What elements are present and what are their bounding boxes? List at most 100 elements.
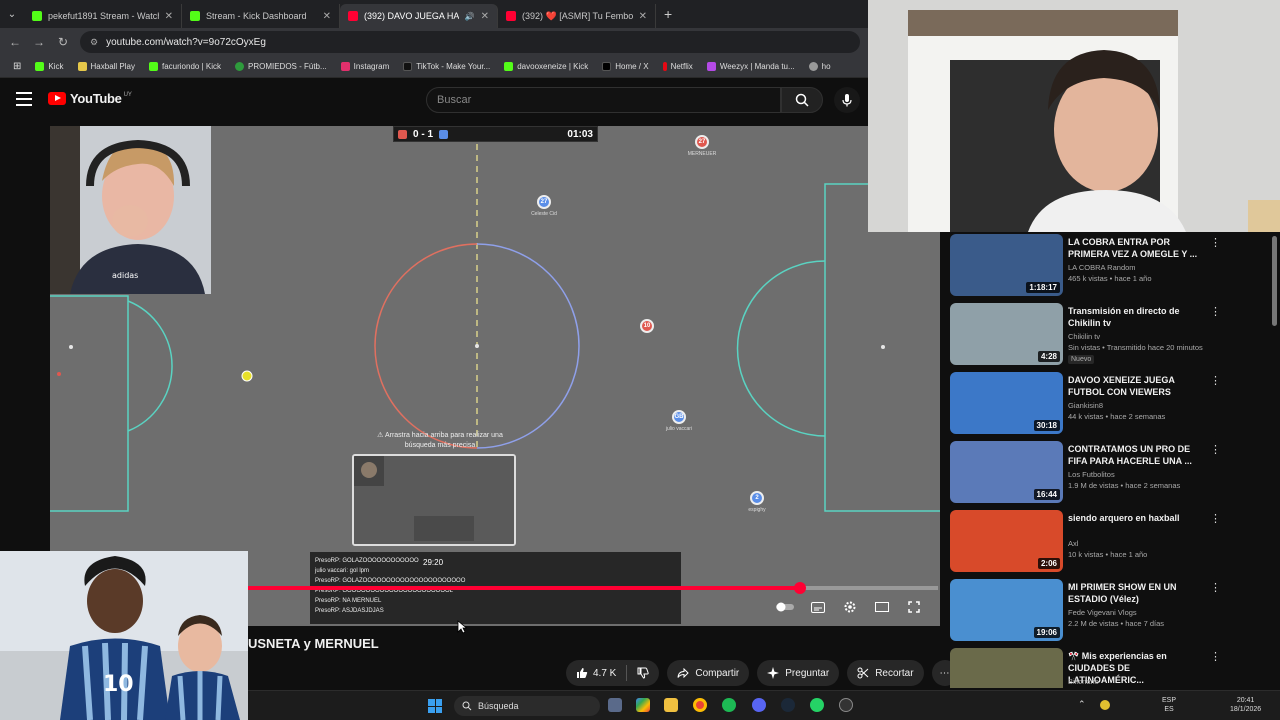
country-code: UY: [123, 91, 132, 98]
video-thumbnail[interactable]: 30:18: [950, 372, 1063, 434]
clock-date: 18/1/2026: [1230, 706, 1262, 713]
spotify-icon[interactable]: [722, 698, 736, 712]
voice-search-button[interactable]: [834, 87, 860, 113]
ask-button[interactable]: Preguntar: [757, 660, 840, 686]
url-field[interactable]: ⚙ youtube.com/watch?v=9o72cOyxEg: [80, 31, 860, 53]
more-vert-icon[interactable]: ⋮: [1210, 305, 1221, 318]
speaker-icon[interactable]: 🔊: [465, 12, 475, 21]
autoplay-toggle[interactable]: [776, 600, 794, 614]
discord-icon[interactable]: [752, 698, 766, 712]
youtube-logo[interactable]: YouTube UY: [48, 91, 132, 106]
apps-icon[interactable]: ⊞: [6, 61, 28, 72]
new-tab-button[interactable]: +: [656, 6, 680, 22]
site-info-icon[interactable]: ⚙: [90, 37, 98, 48]
recommended-video[interactable]: 16:44 CONTRATAMOS UN PRO DE FIFA PARA HAC…: [950, 439, 1280, 503]
browser-tab[interactable]: pekefut1891 Stream - Watch Li ✕: [24, 4, 182, 28]
file-explorer-icon[interactable]: [664, 698, 678, 712]
recommended-video[interactable]: 1:18:17 LA COBRA ENTRA POR PRIMERA VEZ A …: [950, 232, 1280, 296]
like-button[interactable]: 4.7 K: [566, 660, 626, 686]
windows-start-icon[interactable]: [428, 699, 442, 713]
recommended-video-title[interactable]: siendo arquero en haxball: [1068, 512, 1208, 524]
bookmark-davooxeneize[interactable]: davooxeneize | Kick: [497, 62, 595, 71]
search-box[interactable]: [426, 87, 781, 113]
search-button[interactable]: [781, 87, 823, 113]
taskbar-search[interactable]: Búsqueda: [454, 696, 600, 716]
theater-mode-button[interactable]: [873, 600, 891, 614]
close-tab-icon[interactable]: ✕: [639, 11, 647, 22]
instagram-icon: [340, 62, 350, 71]
forward-icon[interactable]: →: [32, 35, 46, 49]
reload-icon[interactable]: ↻: [56, 35, 70, 49]
steam-icon[interactable]: [781, 698, 795, 712]
bookmark-tiktok[interactable]: TikTok - Make Your...: [396, 62, 497, 71]
back-icon[interactable]: ←: [8, 35, 22, 49]
video-thumbnail[interactable]: 2:06: [950, 510, 1063, 572]
clip-button[interactable]: Recortar: [847, 660, 924, 686]
recommended-video[interactable]: 🎌 Mis experiencias en CIUDADES DE LATINO…: [950, 646, 1280, 688]
recommended-video-title[interactable]: MI PRIMER SHOW EN UN ESTADIO (Vélez): [1068, 581, 1208, 605]
video-thumbnail[interactable]: 19:06: [950, 579, 1063, 641]
recommended-video[interactable]: 4:28 Transmisión en directo de Chikilin t…: [950, 301, 1280, 365]
more-vert-icon[interactable]: ⋮: [1210, 374, 1221, 387]
bookmark-promiedos[interactable]: PROMIEDOS - Fútb...: [228, 62, 334, 71]
kick-icon: [504, 62, 514, 71]
recommended-video-title[interactable]: DAVOO XENEIZE JUEGA FUTBOL CON VIEWERS: [1068, 374, 1208, 398]
channel-name[interactable]: Giankisin8: [1068, 401, 1103, 410]
subtitles-button[interactable]: [809, 600, 827, 614]
more-vert-icon[interactable]: ⋮: [1210, 512, 1221, 525]
recommended-video[interactable]: 30:18 DAVOO XENEIZE JUEGA FUTBOL CON VIEW…: [950, 370, 1280, 434]
recommended-video[interactable]: 19:06 MI PRIMER SHOW EN UN ESTADIO (Vélez…: [950, 577, 1280, 641]
channel-name[interactable]: Chikilin tv: [1068, 332, 1100, 341]
bookmark-netflix[interactable]: Netflix: [656, 62, 700, 71]
video-thumbnail[interactable]: [950, 648, 1063, 688]
settings-button[interactable]: [841, 600, 859, 614]
tray-app-icon[interactable]: [1100, 700, 1110, 710]
sidebar-scrollbar[interactable]: [1272, 236, 1277, 326]
bookmark-facuriondo[interactable]: facuriondo | Kick: [142, 62, 228, 71]
more-vert-icon[interactable]: ⋮: [1210, 236, 1221, 249]
browser-tab-active[interactable]: (392) DAVO JUEGA HAXBAL 🔊 ✕: [340, 4, 498, 28]
channel-name[interactable]: Fede Vigevani Vlogs: [1068, 608, 1137, 617]
bookmark-ho[interactable]: ho: [802, 62, 838, 71]
search-input[interactable]: [437, 94, 780, 106]
recommended-video-title[interactable]: LA COBRA ENTRA POR PRIMERA VEZ A OMEGLE …: [1068, 236, 1208, 260]
clock[interactable]: 20:41 18/1/2026: [1230, 696, 1261, 714]
channel-name[interactable]: Axl: [1068, 539, 1078, 548]
browser-tab[interactable]: Stream - Kick Dashboard ✕: [182, 4, 340, 28]
more-vert-icon[interactable]: ⋮: [1210, 581, 1221, 594]
whatsapp-icon[interactable]: [810, 698, 824, 712]
task-view-icon[interactable]: [608, 698, 622, 712]
more-vert-icon[interactable]: ⋮: [1210, 443, 1221, 456]
tab-search-icon[interactable]: ⌄: [0, 9, 24, 20]
bookmark-x[interactable]: Home / X: [595, 62, 655, 71]
channel-name[interactable]: LA COBRA Random: [1068, 263, 1136, 272]
language-indicator[interactable]: ESP ES: [1162, 696, 1176, 714]
player-number: 27: [540, 199, 548, 205]
video-thumbnail[interactable]: 1:18:17: [950, 234, 1063, 296]
close-tab-icon[interactable]: ✕: [165, 11, 173, 22]
progress-scrubber[interactable]: [794, 582, 806, 594]
bookmark-instagram[interactable]: Instagram: [334, 62, 397, 71]
chevron-up-icon[interactable]: ⌃: [1078, 700, 1086, 709]
video-thumbnail[interactable]: 4:28: [950, 303, 1063, 365]
bookmark-weezyx[interactable]: Weezyx | Manda tu...: [700, 62, 802, 71]
chrome-icon[interactable]: [693, 698, 707, 712]
bookmark-haxball[interactable]: Haxball Play: [71, 62, 142, 71]
close-tab-icon[interactable]: ✕: [481, 11, 489, 22]
close-tab-icon[interactable]: ✕: [323, 11, 331, 22]
channel-name[interactable]: Los Futbolitos: [1068, 470, 1115, 479]
app-icon[interactable]: [839, 698, 853, 712]
menu-icon[interactable]: [16, 92, 32, 106]
fullscreen-button[interactable]: [905, 600, 923, 614]
more-vert-icon[interactable]: ⋮: [1210, 650, 1221, 663]
copilot-icon[interactable]: [636, 698, 650, 712]
share-button[interactable]: Compartir: [667, 660, 750, 686]
recommended-video[interactable]: 2:06 siendo arquero en haxball Axl 10 k vis…: [950, 508, 1280, 572]
recommended-video-title[interactable]: CONTRATAMOS UN PRO DE FIFA PARA HACERLE …: [1068, 443, 1208, 467]
bookmark-kick[interactable]: Kick: [28, 62, 70, 71]
browser-tab[interactable]: (392) ❤️ [ASMR] Tu Femboy ✕: [498, 4, 656, 28]
channel-name[interactable]: Billonario: [1068, 677, 1099, 686]
recommended-video-title[interactable]: Transmisión en directo de Chikilin tv: [1068, 305, 1208, 329]
dislike-button[interactable]: [627, 660, 659, 686]
video-thumbnail[interactable]: 16:44: [950, 441, 1063, 503]
